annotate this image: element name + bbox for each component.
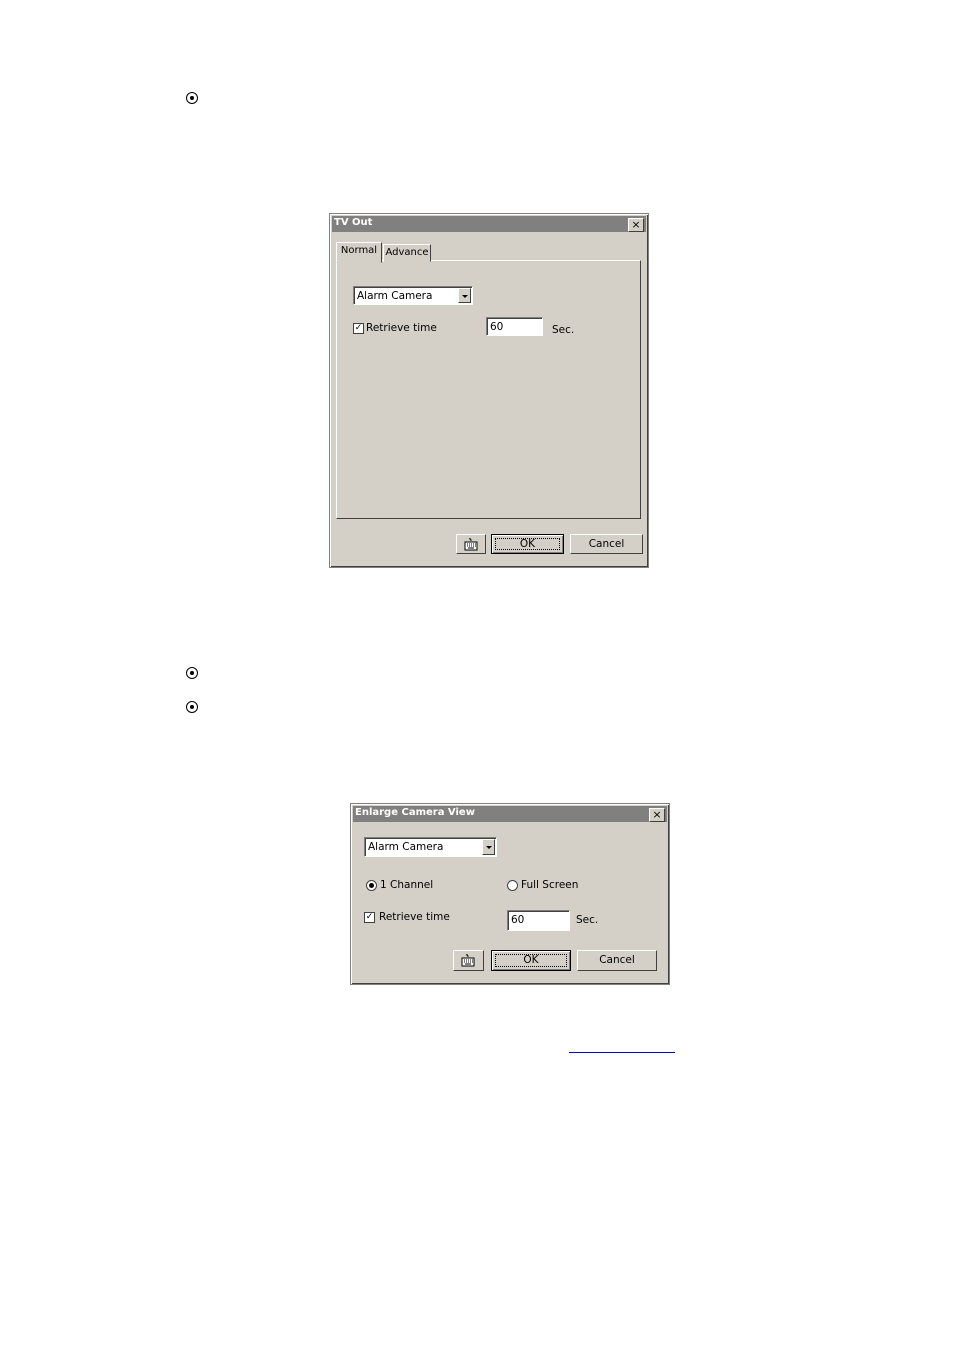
- enlarge-camera-view-dialog: Enlarge Camera View × Alarm Camera 1 Cha…: [350, 803, 670, 985]
- tv-out-cancel-button[interactable]: Cancel: [570, 534, 643, 554]
- tv-out-title: TV Out: [334, 217, 373, 228]
- radio-full-screen[interactable]: [507, 880, 518, 891]
- enlarge-titlebar[interactable]: Enlarge Camera View ×: [353, 806, 667, 822]
- enlarge-retrieve-label: Retrieve time: [379, 911, 450, 923]
- tab-normal[interactable]: Normal: [336, 242, 382, 263]
- bullet-icon-2: [186, 667, 198, 679]
- tv-out-retrieve-label: Retrieve time: [366, 322, 437, 334]
- tab-advance-label: Advance: [385, 247, 429, 258]
- tv-out-retrieve-checkbox[interactable]: ✓: [353, 323, 364, 334]
- radio-one-channel[interactable]: [366, 880, 377, 891]
- enlarge-cancel-label: Cancel: [599, 954, 635, 966]
- chevron-down-icon[interactable]: [482, 839, 495, 855]
- tv-out-retrieve-time-value: 60: [490, 321, 504, 333]
- tv-out-tab-panel: Alarm Camera ✓ Retrieve time 60 Sec.: [336, 260, 641, 519]
- close-icon: ×: [631, 218, 641, 231]
- tv-out-retrieve-time-input[interactable]: 60: [486, 317, 543, 336]
- enlarge-camera-select-value: Alarm Camera: [368, 841, 444, 853]
- tab-advance[interactable]: Advance: [383, 244, 431, 262]
- enlarge-ok-button[interactable]: OK: [491, 950, 571, 971]
- radio-one-channel-label: 1 Channel: [380, 879, 434, 891]
- enlarge-ok-label: OK: [523, 954, 539, 966]
- tv-out-titlebar[interactable]: TV Out ×: [332, 216, 646, 232]
- tab-normal-label: Normal: [340, 245, 378, 256]
- enlarge-retrieve-checkbox[interactable]: ✓: [364, 912, 375, 923]
- close-icon: ×: [652, 808, 662, 821]
- enlarge-cancel-button[interactable]: Cancel: [577, 950, 657, 971]
- enlarge-close-button[interactable]: ×: [649, 808, 665, 822]
- tv-out-close-button[interactable]: ×: [628, 218, 644, 232]
- enlarge-retrieve-time-input[interactable]: 60: [507, 910, 570, 931]
- enlarge-camera-select[interactable]: Alarm Camera: [364, 837, 497, 857]
- keyboard-icon: [464, 538, 478, 551]
- tv-out-ok-button[interactable]: OK: [491, 534, 564, 554]
- enlarge-keyboard-button[interactable]: [453, 950, 484, 971]
- enlarge-retrieve-time-value: 60: [511, 914, 525, 926]
- hyperlink-underline[interactable]: [569, 1052, 675, 1053]
- tv-out-camera-select-value: Alarm Camera: [357, 290, 433, 302]
- radio-full-screen-label: Full Screen: [521, 879, 579, 891]
- tv-out-ok-label: OK: [519, 538, 536, 550]
- tv-out-dialog: TV Out × Alarm Camera ✓ Retrieve time 60…: [329, 213, 649, 568]
- tv-out-seconds-label: Sec.: [552, 324, 575, 336]
- enlarge-title: Enlarge Camera View: [355, 807, 475, 818]
- chevron-down-icon[interactable]: [458, 288, 471, 303]
- tv-out-cancel-label: Cancel: [588, 538, 625, 550]
- tv-out-camera-select[interactable]: Alarm Camera: [353, 286, 473, 305]
- bullet-icon-1: [186, 92, 198, 104]
- bullet-icon-3: [186, 701, 198, 713]
- keyboard-icon: [461, 954, 475, 967]
- tv-out-keyboard-button[interactable]: [456, 534, 486, 554]
- enlarge-seconds-label: Sec.: [576, 914, 599, 926]
